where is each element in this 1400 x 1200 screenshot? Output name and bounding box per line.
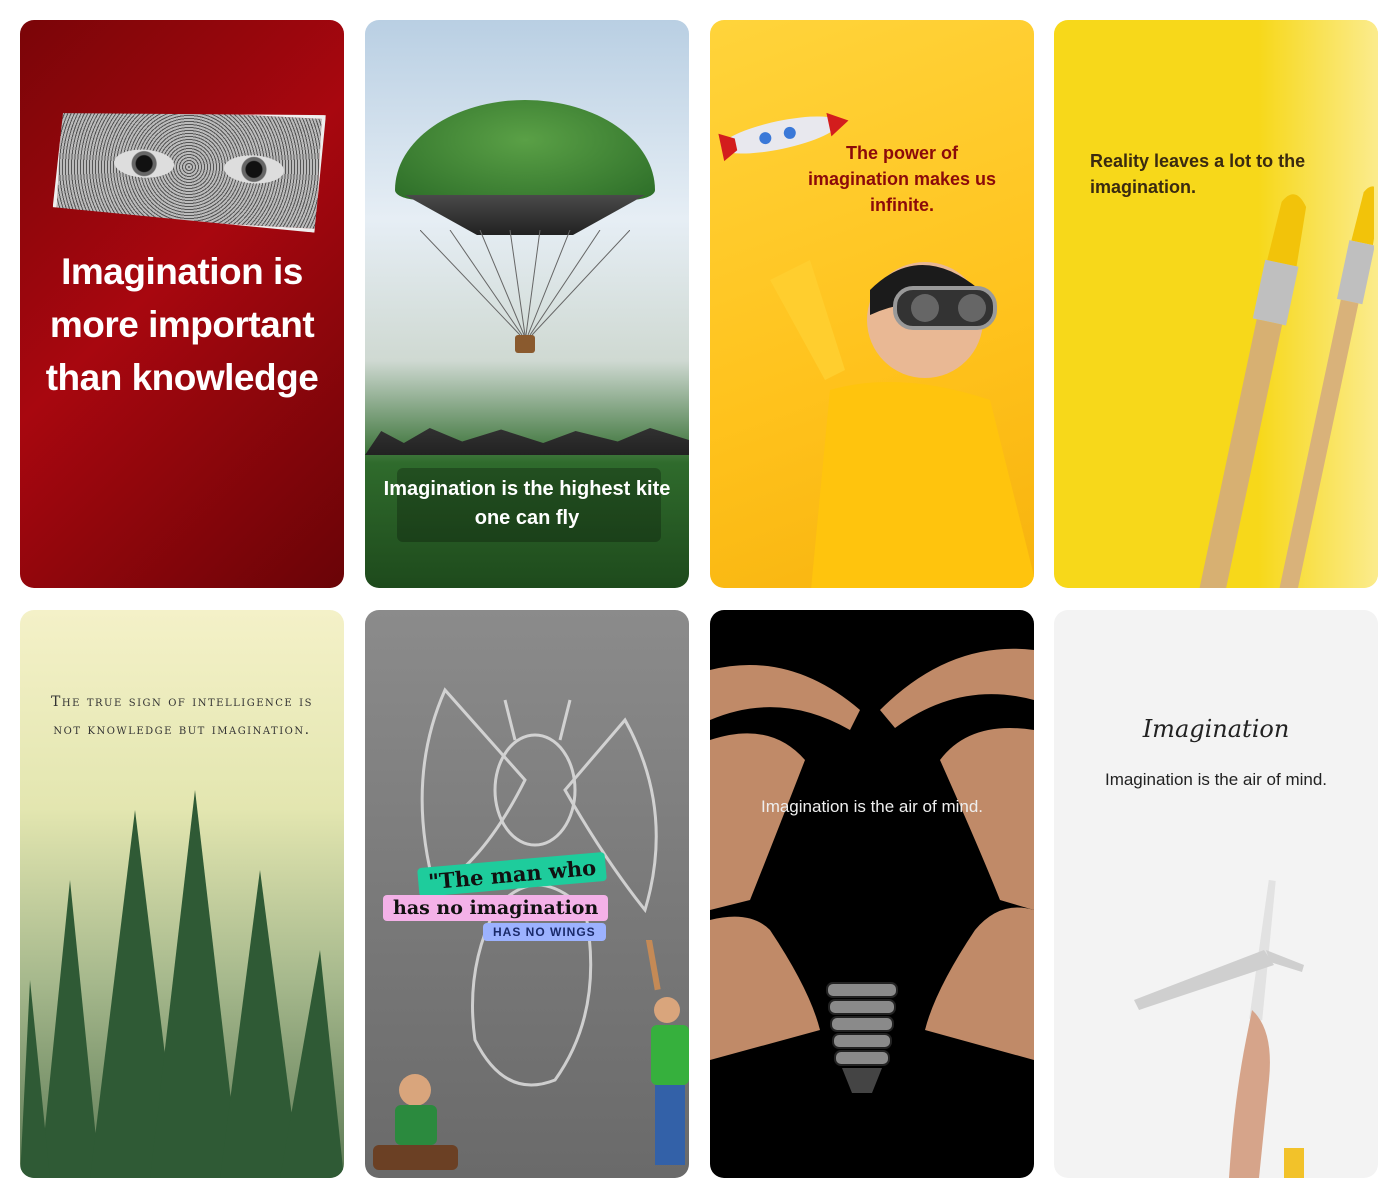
quote-card-einstein-knowledge[interactable]: Imagination is more important than knowl… [20,20,344,588]
quote-card-no-wings[interactable]: "The man who has no imagination HAS NO W… [365,610,689,1178]
card-quote: Imagination is the air of mind. [1104,770,1328,789]
boy-with-goggles-image [770,260,1034,588]
quote-card-highest-kite[interactable]: Imagination is the highest kite one can … [365,20,689,588]
card-quote: The true sign of intelligence is not kno… [51,694,313,738]
floating-rock-image [405,195,645,235]
balloon-basket-image [515,335,535,353]
mountain-edge-image [365,428,689,455]
misty-forest-image [20,790,344,1178]
card-quote: The power of imagination makes us infini… [807,143,997,215]
script-title: Imagination [1142,715,1290,743]
paintbrushes-image [1198,186,1374,588]
sitting-child-image [373,1074,458,1170]
quote-card-true-sign[interactable]: The true sign of intelligence is not kno… [20,610,344,1178]
floating-forest-image [395,100,655,200]
balloon-ropes-image [420,230,630,335]
quote-tag-line2: has no imagination [383,895,609,921]
card-quote: Imagination is the highest kite one can … [383,478,671,529]
card-quote: Imagination is the air of mind. [760,797,984,816]
quote-tag-line3: HAS NO WINGS [483,923,606,941]
quote-card-power-of-imagination[interactable]: The power of imagination makes us infini… [710,20,1034,588]
toy-airplane-hand-image [1134,880,1304,1178]
quote-card-air-of-mind-dark[interactable]: Imagination is the air of mind. [710,610,1034,1178]
eye-left-icon [113,148,174,179]
card-quote: Imagination is more important than knowl… [45,251,319,398]
quote-card-air-of-mind-light[interactable]: Imagination Imagination is the air of mi… [1054,610,1378,1178]
lightbulb-base-icon [826,982,898,1093]
halftone-eyes-image [52,101,326,233]
standing-child-image [639,940,689,1165]
eye-right-icon [223,154,284,185]
quote-card-reality-leaves[interactable]: Reality leaves a lot to the imagination. [1054,20,1378,588]
